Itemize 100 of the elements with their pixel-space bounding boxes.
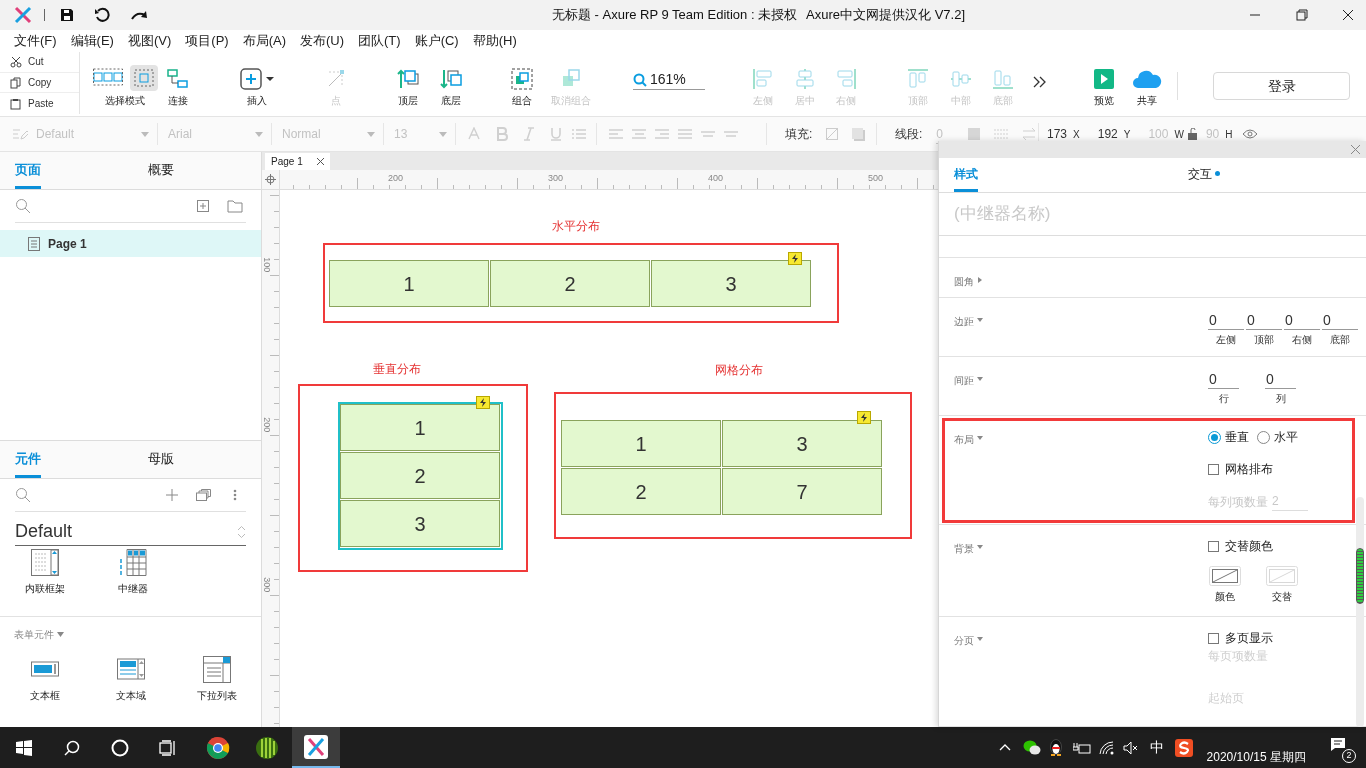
- chevron-up-icon[interactable]: [998, 744, 1011, 751]
- checkbox[interactable]: [1208, 540, 1219, 552]
- taskbar-app[interactable]: [292, 727, 340, 768]
- panel-tab[interactable]: 概要: [148, 153, 174, 189]
- paste-button[interactable]: Paste: [0, 93, 79, 114]
- radio-label: 垂直: [1225, 429, 1249, 446]
- zoom-field[interactable]: 161%: [633, 70, 705, 90]
- menu-item[interactable]: 帮助(H): [465, 31, 524, 51]
- page-tab[interactable]: Page 1: [265, 153, 330, 170]
- number-field[interactable]: 0: [1246, 310, 1282, 330]
- libraries-icon[interactable]: [196, 489, 211, 501]
- library-dropdown[interactable]: Default: [15, 518, 246, 546]
- widget-item[interactable]: 下拉列表: [187, 656, 247, 703]
- input-method-indicator[interactable]: 中: [1149, 737, 1164, 758]
- checkbox[interactable]: [1208, 463, 1219, 475]
- penguin-icon[interactable]: [1048, 739, 1063, 756]
- caret-icon: [57, 632, 64, 637]
- toolbar-button[interactable]: 顶层: [388, 66, 428, 108]
- menu-item[interactable]: 发布(U): [293, 31, 352, 51]
- menu-item[interactable]: 视图(V): [120, 31, 179, 51]
- close-icon[interactable]: [1342, 9, 1354, 21]
- widget-item[interactable]: 内联框架: [15, 549, 75, 596]
- page-item[interactable]: Page 1: [0, 230, 261, 257]
- toolbar-button[interactable]: 共享: [1127, 66, 1167, 108]
- widget-icon: [119, 549, 147, 576]
- menu-item[interactable]: 布局(A): [235, 31, 293, 51]
- menu-item[interactable]: 账户(C): [407, 31, 466, 51]
- clock-date[interactable]: 2020/10/15 星期四: [1206, 747, 1306, 766]
- save-icon[interactable]: [60, 8, 74, 22]
- toolbar-button[interactable]: 插入: [237, 66, 277, 108]
- lightning-icon: [476, 396, 490, 409]
- repeater-item: 1: [340, 404, 500, 451]
- copy-button[interactable]: Copy: [0, 72, 79, 94]
- caret-right-icon[interactable]: [977, 277, 983, 283]
- folder-icon[interactable]: [227, 199, 243, 213]
- checkbox[interactable]: [1208, 632, 1219, 644]
- toolbar-button[interactable]: 组合: [502, 66, 542, 108]
- panel-tab[interactable]: 母版: [148, 442, 174, 478]
- more-vertical-icon[interactable]: [233, 489, 237, 501]
- task-view-icon[interactable]: [159, 739, 177, 756]
- repeater[interactable]: 1 3 2 7: [561, 420, 883, 516]
- unlock-icon[interactable]: [1187, 128, 1198, 140]
- radio-button[interactable]: [1257, 430, 1270, 444]
- toolbar-button[interactable]: 底层: [431, 66, 471, 108]
- coordinate-label: H: [1225, 127, 1233, 142]
- battery-plug-icon[interactable]: [1072, 741, 1091, 754]
- menu-item[interactable]: 编辑(E): [63, 31, 121, 51]
- menu-item[interactable]: 团队(T): [351, 31, 408, 51]
- caret-icon: [439, 131, 447, 137]
- caret-down-icon[interactable]: [977, 435, 983, 441]
- eye-icon[interactable]: [1242, 129, 1259, 139]
- coordinate-field[interactable]: 173: [1047, 125, 1068, 143]
- search-icon: [15, 487, 31, 503]
- toolbar-button[interactable]: 预览: [1084, 66, 1124, 108]
- no-color-swatch-icon[interactable]: [1208, 566, 1241, 586]
- menu-item[interactable]: 项目(P): [178, 31, 236, 51]
- sogou-icon[interactable]: [1174, 738, 1193, 757]
- checkbox-label: 交替颜色: [1225, 538, 1273, 555]
- menu-item[interactable]: 文件(F): [7, 31, 64, 51]
- number-field[interactable]: 0: [1265, 369, 1296, 389]
- number-field[interactable]: 0: [1284, 310, 1320, 330]
- muted-speaker-icon[interactable]: [1122, 740, 1139, 755]
- login-button[interactable]: 登录: [1213, 72, 1350, 100]
- align-right-icon: [835, 68, 857, 90]
- repeater[interactable]: 1 2 3: [329, 260, 812, 308]
- coordinate-label: W: [1174, 127, 1184, 142]
- caret-down-icon[interactable]: [977, 544, 983, 550]
- toolbar-button[interactable]: 连接: [158, 66, 198, 108]
- restore-icon[interactable]: [1296, 9, 1308, 21]
- font-color-icon: [468, 127, 480, 141]
- panel-tab[interactable]: 页面: [15, 153, 41, 189]
- chat-icon[interactable]: [1022, 740, 1041, 755]
- radio-button[interactable]: [1208, 430, 1221, 444]
- message-icon: [1330, 736, 1346, 751]
- search-icon[interactable]: [64, 739, 80, 756]
- circle-icon[interactable]: [111, 738, 129, 757]
- number-field[interactable]: 0: [1322, 310, 1358, 330]
- plus-icon[interactable]: [166, 489, 178, 501]
- swatch-label: 颜色: [1214, 590, 1235, 604]
- undo-icon[interactable]: [94, 7, 110, 23]
- wifi-icon[interactable]: [1098, 740, 1115, 755]
- caret-down-icon[interactable]: [977, 317, 983, 323]
- windows-icon[interactable]: [16, 739, 32, 756]
- widget-item[interactable]: 文本域: [101, 656, 161, 703]
- number-field[interactable]: 0: [1208, 369, 1239, 389]
- number-field[interactable]: 0: [1208, 310, 1244, 330]
- redo-icon[interactable]: [130, 9, 148, 21]
- caret-down-icon[interactable]: [977, 636, 983, 642]
- field-caption: 左侧: [1215, 333, 1237, 347]
- widget-item[interactable]: 中继器: [103, 549, 163, 596]
- scrollbar-thumb[interactable]: [1356, 548, 1364, 604]
- field-caption: 列: [1274, 392, 1287, 406]
- coordinate-field[interactable]: 192: [1097, 125, 1118, 143]
- panel-tab[interactable]: 交互: [1188, 158, 1220, 192]
- add-page-icon[interactable]: [197, 200, 209, 212]
- align-middle-icon: [950, 68, 972, 90]
- cut-button[interactable]: Cut: [0, 52, 79, 73]
- caret-down-icon[interactable]: [977, 376, 983, 382]
- widget-item[interactable]: 文本框: [15, 656, 75, 703]
- repeater[interactable]: 1 2 3: [340, 404, 501, 548]
